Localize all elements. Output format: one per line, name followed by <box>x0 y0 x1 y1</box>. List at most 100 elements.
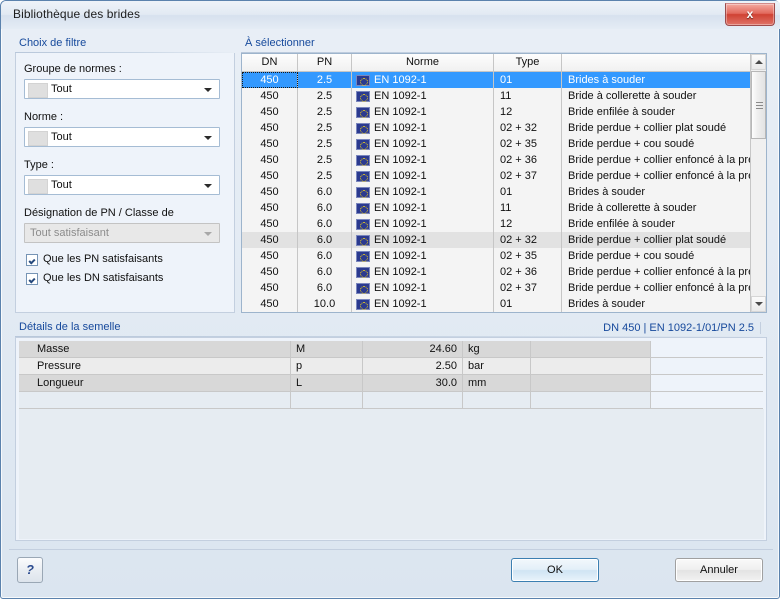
cell-dn: 450 <box>242 168 298 184</box>
selection-group: À sélectionner DN PN Norme Type 450 2.5 EN… <box>241 37 767 313</box>
cell-norme: EN 1092-1 <box>352 136 494 152</box>
cell-dn: 450 <box>242 200 298 216</box>
eu-flag-icon <box>356 251 370 262</box>
column-header-type[interactable]: Type <box>494 54 562 71</box>
cell-description: Bride enfilée à souder <box>568 218 676 230</box>
cell-norme: EN 1092-1 <box>352 88 494 104</box>
checkbox-label: Que les PN satisfaisants <box>43 253 163 265</box>
cell-pn: 2.5 <box>298 88 352 104</box>
column-header-norme[interactable]: Norme <box>352 54 494 71</box>
cell-description: Brides à souder <box>568 186 646 198</box>
cell-description: Bride à collerette à souder <box>568 202 697 214</box>
column-header-dn[interactable]: DN <box>242 54 298 71</box>
details-cell-extra <box>531 341 651 357</box>
chevron-down-icon <box>204 136 212 140</box>
eu-flag-icon <box>356 171 370 182</box>
combo-type-value: Tout <box>51 179 72 191</box>
cell-dn: 450 <box>242 88 298 104</box>
details-group: Détails de la semelle DN 450 | EN 1092-1… <box>15 321 767 541</box>
details-row[interactable]: Longueur L 30.0 mm <box>19 375 763 392</box>
table-row[interactable]: 450 10.0 EN 1092-1 01 Brides à souder <box>242 296 750 312</box>
table-row[interactable]: 450 6.0 EN 1092-1 02 + 36 Bride perdue + col… <box>242 264 750 280</box>
grid-vertical-scrollbar[interactable] <box>750 54 766 312</box>
close-button[interactable]: x <box>725 3 775 26</box>
combo-groupe-de-normes[interactable]: Tout <box>24 79 220 99</box>
details-cell-name: Masse <box>19 341 291 357</box>
scroll-up-arrow-icon[interactable] <box>751 54 766 70</box>
scroll-down-arrow-icon[interactable] <box>751 296 766 312</box>
table-row[interactable]: 450 6.0 EN 1092-1 02 + 37 Bride perdue + col… <box>242 280 750 296</box>
details-cell-name: Longueur <box>19 375 291 391</box>
eu-flag-icon <box>356 139 370 150</box>
filter-group: Choix de filtre Groupe de normes : Tout … <box>15 37 235 313</box>
table-row[interactable]: 450 6.0 EN 1092-1 02 + 32 Bride perdue + col… <box>242 232 750 248</box>
help-button[interactable]: ? <box>17 557 43 583</box>
details-row[interactable]: Masse M 24.60 kg <box>19 341 763 358</box>
details-reference: DN 450 | EN 1092-1/01/PN 2.5 <box>603 322 761 334</box>
table-row[interactable]: 450 2.5 EN 1092-1 01 Brides à souder <box>242 72 750 88</box>
cell-description: Bride perdue + collier plat soudé <box>568 122 727 134</box>
eu-flag-icon <box>356 91 370 102</box>
checkmark-icon <box>26 273 38 285</box>
scrollbar-thumb[interactable] <box>751 71 766 139</box>
details-cell-unit: kg <box>463 341 531 357</box>
table-row[interactable]: 450 2.5 EN 1092-1 11 Bride à collerette à so… <box>242 88 750 104</box>
table-row[interactable]: 450 6.0 EN 1092-1 12 Bride enfilée à souder <box>242 216 750 232</box>
table-row[interactable]: 450 2.5 EN 1092-1 02 + 35 Bride perdue + cou… <box>242 136 750 152</box>
combo-designation-pn-classe: Tout satisfaisant <box>24 223 220 243</box>
dialog-window: Bibliothèque des brides x Choix de filtr… <box>0 0 780 599</box>
cell-dn: 450 <box>242 152 298 168</box>
cell-description: Bride perdue + collier enfoncé à la pres… <box>568 170 750 182</box>
checkmark-icon <box>26 254 38 266</box>
cell-type: 01 <box>494 296 562 312</box>
cell-type: 12 <box>494 104 562 120</box>
cell-type: 02 + 32 <box>494 120 562 136</box>
cell-norme: EN 1092-1 <box>352 152 494 168</box>
cell-dn: 450 <box>242 216 298 232</box>
details-cell-name: Pressure <box>19 358 291 374</box>
eu-flag-icon <box>356 267 370 278</box>
table-row[interactable]: 450 2.5 EN 1092-1 12 Bride enfilée à souder <box>242 104 750 120</box>
chevron-down-icon <box>204 232 212 236</box>
details-empty-area <box>19 409 764 539</box>
label-groupe-de-normes: Groupe de normes : <box>24 63 122 75</box>
cell-description: Brides à souder <box>568 74 646 86</box>
table-row[interactable]: 450 2.5 EN 1092-1 02 + 37 Bride perdue + col… <box>242 168 750 184</box>
cell-norme: EN 1092-1 <box>352 264 494 280</box>
table-row[interactable]: 450 6.0 EN 1092-1 11 Bride à collerette à so… <box>242 200 750 216</box>
cell-description: Bride perdue + collier enfoncé à la pres… <box>568 266 750 278</box>
table-row[interactable]: 450 2.5 EN 1092-1 02 + 36 Bride perdue + col… <box>242 152 750 168</box>
selection-grid: DN PN Norme Type 450 2.5 EN 1092-1 01 Brides… <box>241 53 767 313</box>
details-group-caption: Détails de la semelle <box>19 321 121 333</box>
column-header-pn[interactable]: PN <box>298 54 352 71</box>
combo-norme[interactable]: Tout <box>24 127 220 147</box>
filter-group-body: Groupe de normes : Tout Norme : Tout Typ… <box>15 53 235 313</box>
cell-type: 02 + 37 <box>494 280 562 296</box>
table-row[interactable]: 450 6.0 EN 1092-1 02 + 35 Bride perdue + cou… <box>242 248 750 264</box>
cell-norme: EN 1092-1 <box>352 296 494 312</box>
label-norme: Norme : <box>24 111 64 123</box>
scrollbar-grip-icon <box>756 102 763 109</box>
table-row[interactable]: 450 2.5 EN 1092-1 02 + 32 Bride perdue + col… <box>242 120 750 136</box>
selection-group-caption: À sélectionner <box>245 37 315 49</box>
combo-norme-value: Tout <box>51 131 72 143</box>
cancel-button[interactable]: Annuler <box>675 558 763 582</box>
details-row[interactable]: Pressure p 2.50 bar <box>19 358 763 375</box>
cell-type: 02 + 32 <box>494 232 562 248</box>
cell-norme: EN 1092-1 <box>352 216 494 232</box>
grid-body[interactable]: 450 2.5 EN 1092-1 01 Brides à souder 450 2.5 EN… <box>242 72 750 312</box>
details-row-empty <box>19 392 763 409</box>
cell-type: 12 <box>494 216 562 232</box>
combo-type[interactable]: Tout <box>24 175 220 195</box>
eu-flag-icon <box>356 235 370 246</box>
details-table: Masse M 24.60 kg Pressure p 2.50 bar Longueur L 30… <box>19 341 764 539</box>
cell-type: 02 + 36 <box>494 152 562 168</box>
column-header-description[interactable] <box>562 54 750 71</box>
cell-dn: 450 <box>242 184 298 200</box>
table-row[interactable]: 450 6.0 EN 1092-1 01 Brides à souder <box>242 184 750 200</box>
cell-norme: EN 1092-1 <box>352 120 494 136</box>
ok-button[interactable]: OK <box>511 558 599 582</box>
cell-pn: 10.0 <box>298 296 352 312</box>
cell-norme: EN 1092-1 <box>352 104 494 120</box>
checkbox-label: Que les DN satisfaisants <box>43 272 164 284</box>
